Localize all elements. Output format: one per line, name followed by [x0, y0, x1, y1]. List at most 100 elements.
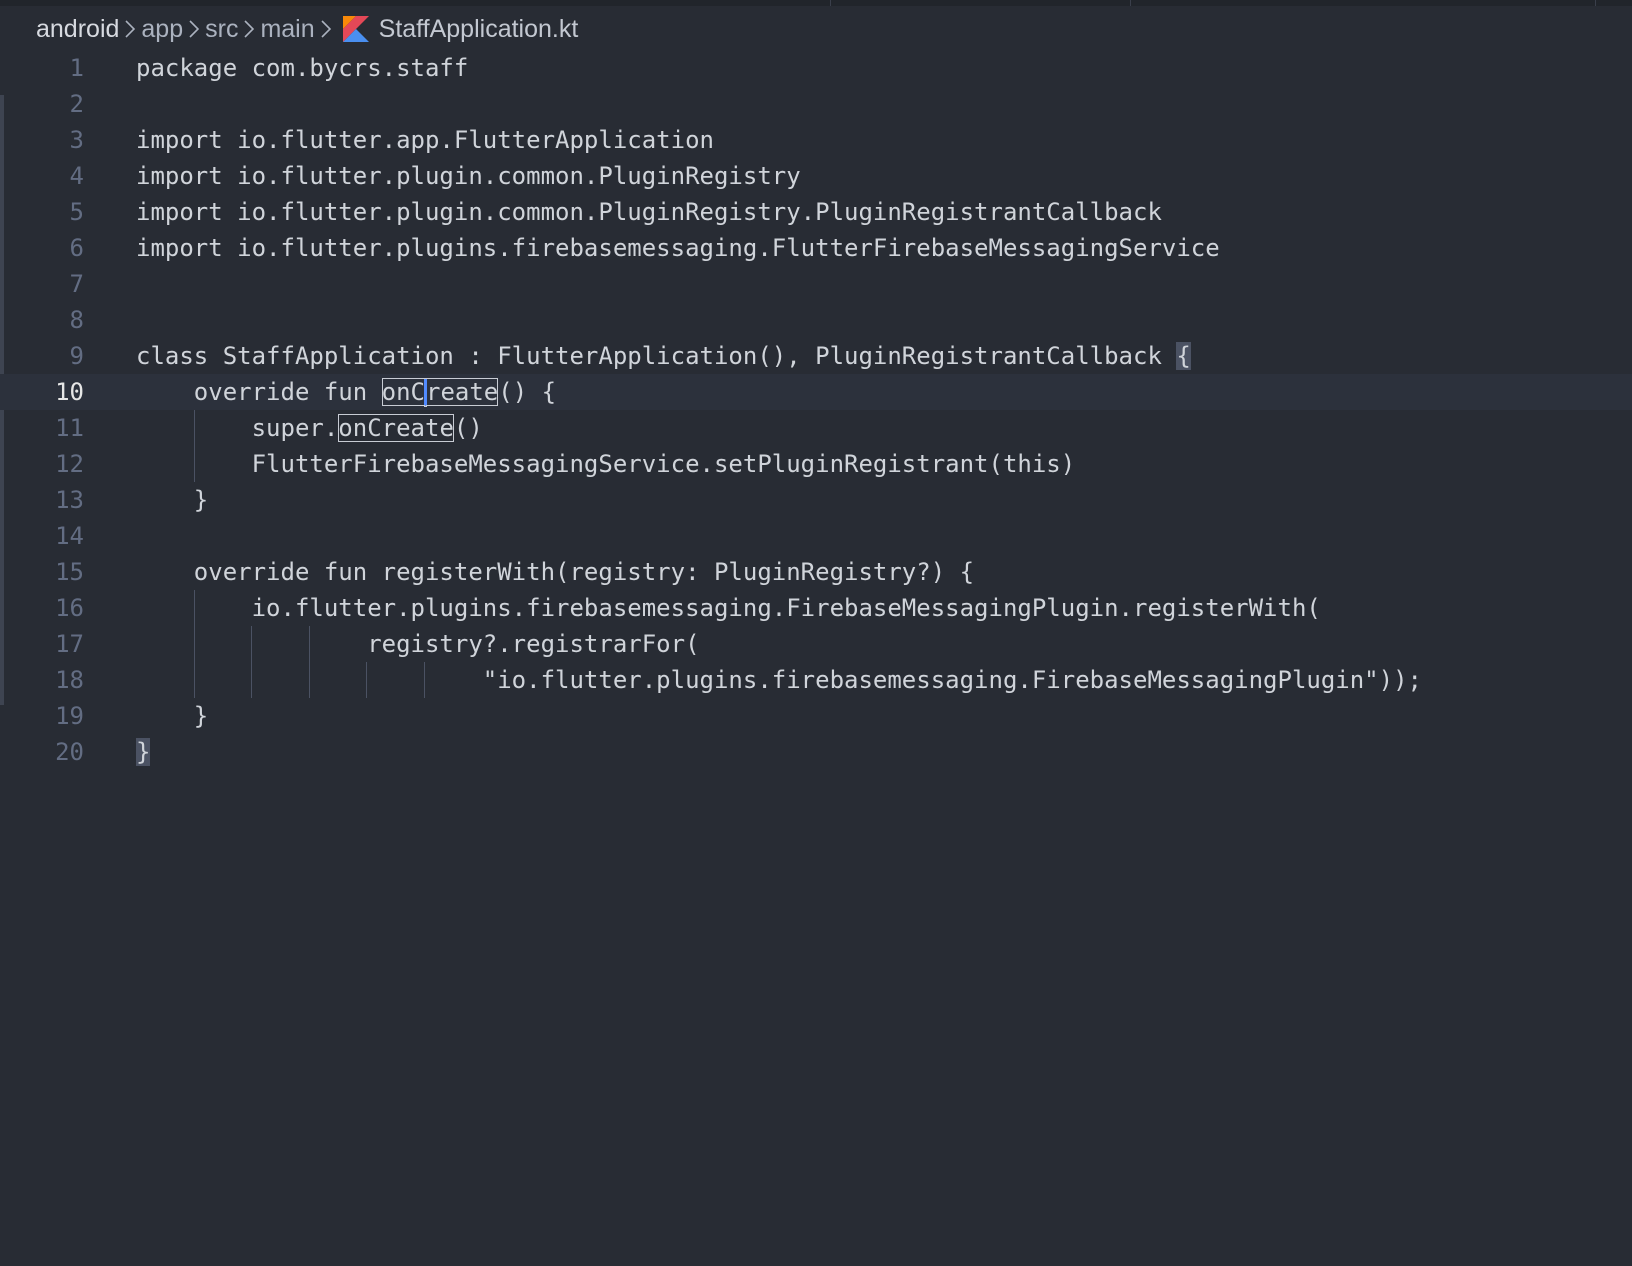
code-text[interactable]: import io.flutter.plugin.common.PluginRe…: [136, 158, 801, 194]
line-number: 6: [69, 234, 84, 262]
breadcrumb-file[interactable]: StaffApplication.kt: [379, 15, 579, 44]
code-text[interactable]: package com.bycrs.staff: [136, 50, 468, 86]
code-line[interactable]: 12 FlutterFirebaseMessagingService.setPl…: [0, 446, 1632, 482]
breadcrumb-item-main[interactable]: main: [260, 15, 314, 44]
code-text[interactable]: import io.flutter.plugins.firebasemessag…: [136, 230, 1220, 266]
breadcrumb: android app src main StaffApplication.kt: [36, 12, 578, 46]
indent-guide: [308, 626, 310, 662]
line-number: 14: [55, 522, 84, 550]
breadcrumb-item-app[interactable]: app: [141, 15, 183, 44]
line-number: 13: [55, 486, 84, 514]
code-line[interactable]: 2: [0, 86, 1632, 122]
code-segment: override fun: [136, 378, 382, 406]
code-line[interactable]: 5 import io.flutter.plugin.common.PluginR…: [0, 194, 1632, 230]
chevron-right-icon: [315, 20, 337, 38]
code-text[interactable]: registry?.registrarFor(: [136, 626, 700, 662]
line-number: 7: [69, 270, 84, 298]
code-text[interactable]: import io.flutter.app.FlutterApplication: [136, 122, 714, 158]
code-line[interactable]: 15 override fun registerWith(registry: P…: [0, 554, 1632, 590]
breadcrumb-item-src[interactable]: src: [205, 15, 238, 44]
line-number: 8: [69, 306, 84, 334]
code-segment: import io.flutter.app.FlutterApplication: [136, 126, 714, 154]
indent-guide: [193, 446, 195, 482]
line-number: 10: [55, 378, 84, 406]
line-number: 17: [55, 630, 84, 658]
indent-guide: [193, 590, 195, 626]
code-segment: registry?.registrarFor(: [136, 630, 700, 658]
tab-divider: [830, 0, 831, 6]
line-number: 20: [55, 738, 84, 766]
line-number: 11: [55, 414, 84, 442]
code-line[interactable]: 18 "io.flutter.plugins.firebasemessaging…: [0, 662, 1632, 698]
indent-guide: [251, 662, 253, 698]
code-line[interactable]: 20}: [0, 734, 1632, 770]
code-line[interactable]: 6 import io.flutter.plugins.firebasemessa…: [0, 230, 1632, 266]
indent-guide: [193, 662, 195, 698]
line-number: 3: [69, 126, 84, 154]
code-line[interactable]: 7: [0, 266, 1632, 302]
code-text[interactable]: }: [136, 734, 151, 770]
code-segment: (): [453, 414, 483, 442]
code-text[interactable]: import io.flutter.plugin.common.PluginRe…: [136, 194, 1162, 230]
code-segment: import io.flutter.plugins.firebasemessag…: [136, 234, 1220, 262]
line-number: 4: [69, 162, 84, 190]
code-segment: onC: [381, 378, 425, 406]
breadcrumb-item-android[interactable]: android: [36, 15, 119, 44]
code-text[interactable]: class StaffApplication : FlutterApplicat…: [136, 338, 1191, 374]
code-segment: io.flutter.plugins.firebasemessaging.Fir…: [136, 594, 1321, 622]
code-line[interactable]: 16 io.flutter.plugins.firebasemessaging.…: [0, 590, 1632, 626]
line-number: 9: [69, 342, 84, 370]
indent-guide: [251, 626, 253, 662]
code-text[interactable]: }: [136, 698, 208, 734]
code-line[interactable]: 9 class StaffApplication : FlutterApplica…: [0, 338, 1632, 374]
code-text[interactable]: FlutterFirebaseMessagingService.setPlugi…: [136, 446, 1076, 482]
line-number: 1: [69, 54, 84, 82]
code-line[interactable]: 10 override fun onCreate() {: [0, 374, 1632, 410]
code-line[interactable]: 14: [0, 518, 1632, 554]
indent-guide: [366, 662, 368, 698]
code-line[interactable]: 19 }: [0, 698, 1632, 734]
chevron-right-icon: [119, 20, 141, 38]
code-segment: reate: [426, 378, 499, 406]
chevron-right-icon: [238, 20, 260, 38]
indent-guide: [308, 662, 310, 698]
editor-tab-strip: [0, 0, 1632, 6]
code-line[interactable]: 8: [0, 302, 1632, 338]
code-text[interactable]: "io.flutter.plugins.firebasemessaging.Fi…: [136, 662, 1422, 698]
matching-brace-highlight: }: [136, 738, 151, 766]
symbol-highlight: onCreate: [381, 378, 499, 407]
code-segment: super.: [136, 414, 339, 442]
code-segment: import io.flutter.plugin.common.PluginRe…: [136, 162, 801, 190]
symbol-occurrence-highlight: onCreate: [338, 414, 454, 442]
code-segment: package com.bycrs.staff: [136, 54, 469, 82]
line-number: 15: [55, 558, 84, 586]
code-line[interactable]: 17 registry?.registrarFor(: [0, 626, 1632, 662]
code-editor[interactable]: 1 package com.bycrs.staff 2 3 import io.flut…: [0, 50, 1632, 770]
kotlin-file-icon: [342, 16, 369, 42]
chevron-right-icon: [183, 20, 205, 38]
code-line[interactable]: 11 super.onCreate(): [0, 410, 1632, 446]
code-segment: () {: [498, 378, 557, 406]
code-segment: }: [136, 486, 209, 514]
code-text[interactable]: super.onCreate(): [136, 410, 483, 446]
code-segment: "io.flutter.plugins.firebasemessaging.Fi…: [136, 666, 1422, 694]
code-text[interactable]: io.flutter.plugins.firebasemessaging.Fir…: [136, 590, 1321, 626]
tab-divider: [1130, 0, 1131, 6]
code-text[interactable]: override fun registerWith(registry: Plug…: [136, 554, 974, 590]
tab-divider: [1595, 0, 1596, 6]
line-number: 12: [55, 450, 84, 478]
code-segment: FlutterFirebaseMessagingService.setPlugi…: [136, 450, 1076, 478]
code-line[interactable]: 4 import io.flutter.plugin.common.PluginR…: [0, 158, 1632, 194]
code-segment: import io.flutter.plugin.common.PluginRe…: [136, 198, 1162, 226]
code-line[interactable]: 3 import io.flutter.app.FlutterApplicatio…: [0, 122, 1632, 158]
code-segment: }: [136, 702, 209, 730]
code-text[interactable]: }: [136, 482, 208, 518]
line-number: 18: [55, 666, 84, 694]
indent-guide: [193, 410, 195, 446]
line-number: 2: [69, 90, 84, 118]
line-number: 16: [55, 594, 84, 622]
code-line[interactable]: 1 package com.bycrs.staff: [0, 50, 1632, 86]
code-line[interactable]: 13 }: [0, 482, 1632, 518]
indent-guide: [424, 662, 425, 698]
code-text[interactable]: override fun onCreate() {: [136, 374, 556, 410]
